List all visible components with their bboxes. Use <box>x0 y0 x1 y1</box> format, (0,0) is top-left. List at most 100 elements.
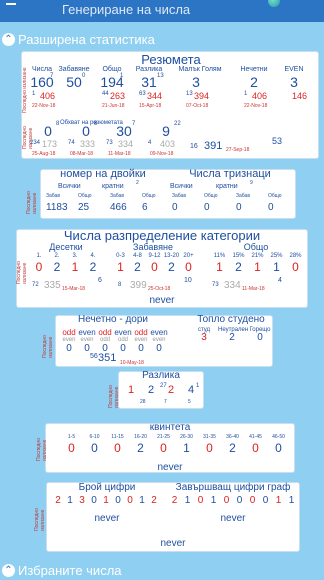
summary-col-sub2-4: 394 <box>194 91 210 101</box>
quintet-val-4: 0 <box>160 441 167 455</box>
summary-col-sub2-0: 406 <box>40 91 56 101</box>
doubles-value-4: 0 <box>172 202 178 213</box>
globe-icon[interactable] <box>268 0 280 7</box>
ending-digit-val-0: 2 <box>171 495 178 506</box>
quintets-title: квинтета <box>149 422 191 433</box>
summary-col-value-6: 3 <box>290 74 298 90</box>
g2-head-2: 9-12 <box>148 253 161 259</box>
quintet-val-7: 2 <box>229 441 236 455</box>
summary-col-label-4: Малък Голям <box>178 66 222 73</box>
ending-digit-val-3: 1 <box>210 495 217 506</box>
distribution-r1-b: 335 <box>44 280 61 291</box>
digits-never: never <box>160 538 186 549</box>
menu-icon[interactable] <box>6 3 16 5</box>
summary-col-label-6: EVEN <box>284 66 304 73</box>
summary-col-sup-2: 1 <box>120 73 124 79</box>
summary-row2-value-0: 0 <box>44 123 52 139</box>
temp-val-0: 3 <box>201 332 207 343</box>
summary-col-date-4: 07-Oct-18 <box>186 103 209 109</box>
quintet-head-4: 21-25 <box>157 434 170 440</box>
summary-row2-sup-3: 22 <box>174 121 181 127</box>
summary-col-sup-3: 13 <box>157 73 164 79</box>
summary-col-label-2: Общо <box>102 66 122 73</box>
g1-head-3: 4. <box>90 253 96 259</box>
g1-val-2: 1 <box>71 260 79 274</box>
ending-digit-val-5: 0 <box>236 495 243 506</box>
quintet-val-2: 0 <box>114 441 121 455</box>
oddeven-head-5: even <box>150 328 168 337</box>
summary-col-sub1-5: 1 <box>244 91 248 97</box>
digit-count-val-4: 1 <box>103 495 109 506</box>
summary-row2-value-1: 0 <box>82 123 90 139</box>
summary-col-sub2-6: 146 <box>292 91 308 101</box>
doubles-label-2: Всички <box>170 183 193 190</box>
diff-val-3: 27 <box>160 383 167 389</box>
g3-val-1: 2 <box>235 260 242 274</box>
doubles-sup-1: 2 <box>136 180 139 186</box>
doubles-sub-6: Забав <box>236 193 250 199</box>
summary-row2-date-0: 25-Aug-18 <box>32 151 56 157</box>
quintet-val-6: 0 <box>206 441 213 455</box>
summary-row2-sub2-0: 173 <box>42 139 58 149</box>
distribution-r1-date: 15-Mar-18 <box>62 286 86 292</box>
app-title: Генериране на числа <box>62 2 191 17</box>
summary-row2-sub2-2: 334 <box>118 139 134 149</box>
g2-val-3: 2 <box>168 260 175 274</box>
difference-vertical-label: Последно излизане <box>108 385 120 409</box>
g1-val-1: 2 <box>53 260 61 274</box>
doubles-value-7: 0 <box>268 202 274 213</box>
digit-count-never: never <box>94 513 120 524</box>
distribution-vertical-label: Последно излизане <box>16 261 28 285</box>
distribution-title: Числа разпределение категории <box>63 228 261 243</box>
quintet-head-9: 46-50 <box>272 434 285 440</box>
summary-row2-sub2-1: 333 <box>80 139 96 149</box>
digit-count-val-0: 2 <box>55 495 61 506</box>
doubles-sub-0: Забав <box>46 193 60 199</box>
quintet-val-9: 0 <box>275 441 282 455</box>
app-bar: Генериране на числа <box>0 0 324 22</box>
diff-val-0: 1 <box>127 384 135 396</box>
distribution-r3-date: 11-Mar-18 <box>242 286 265 292</box>
oddeven-vertical-label: Последно излизане <box>42 335 54 359</box>
doubles-value-6: 0 <box>236 202 242 213</box>
section-favorites[interactable]: ⌃ Избраните числа <box>0 562 160 580</box>
distribution-r1-c: 6 <box>98 277 102 284</box>
doubles-sub-4: Забав <box>172 193 186 199</box>
section-advanced-label: Разширена статистика <box>18 32 155 47</box>
summary-row2-date-2: 11-Mar-18 <box>108 151 131 157</box>
g3-val-4: 0 <box>292 260 299 274</box>
pairs-title: номер на двойки <box>60 168 146 180</box>
summary-row2-sup-0: 8 <box>56 121 60 127</box>
distribution-group-2: Общо <box>243 242 269 252</box>
difference-title: Разлика <box>142 370 180 381</box>
summary-col-sup-1: 0 <box>82 73 86 79</box>
quintets-never: never <box>157 462 183 473</box>
summary-col-label-1: Забавяне <box>58 66 90 73</box>
digit-count-val-8: 2 <box>151 495 157 506</box>
temp-val-1: 2 <box>229 332 235 343</box>
distribution-r3-c: 4 <box>278 277 282 284</box>
distribution-never: never <box>149 295 175 306</box>
quintet-head-3: 16-20 <box>134 434 147 440</box>
ending-digits-title: Завършващ цифри граф <box>175 482 291 493</box>
diff-sub-1: 7 <box>164 399 167 405</box>
g2-val-4: 0 <box>185 260 192 274</box>
summary-row2-date-3: 09-Nov-18 <box>150 151 174 157</box>
g2-head-0: 0-3 <box>116 253 125 259</box>
section-advanced[interactable]: ⌃ Разширена статистика <box>0 31 188 49</box>
summary-col-label-5: Нечетни <box>240 66 268 73</box>
digits-vertical-label: Последно излизане <box>34 508 46 532</box>
oddeven-head-0: odd <box>62 328 76 337</box>
g3-head-1: 15% <box>232 253 245 259</box>
quintet-head-0: 1-5 <box>67 434 76 440</box>
g2-val-1: 2 <box>134 260 141 274</box>
summary-col-sub1-0: 1 <box>32 91 36 97</box>
quintet-val-5: 1 <box>183 441 190 455</box>
doubles-sub-7: Общо <box>268 193 282 199</box>
summary-col-sub1-2: 44 <box>102 91 109 97</box>
ending-digit-val-2: 0 <box>197 495 204 506</box>
doubles-sup-3: 9 <box>250 180 253 186</box>
summary-right-date: 27-Sep-18 <box>226 147 250 153</box>
oddeven-footer-b: 351 <box>98 352 117 364</box>
digit-count-val-5: 0 <box>115 495 121 506</box>
